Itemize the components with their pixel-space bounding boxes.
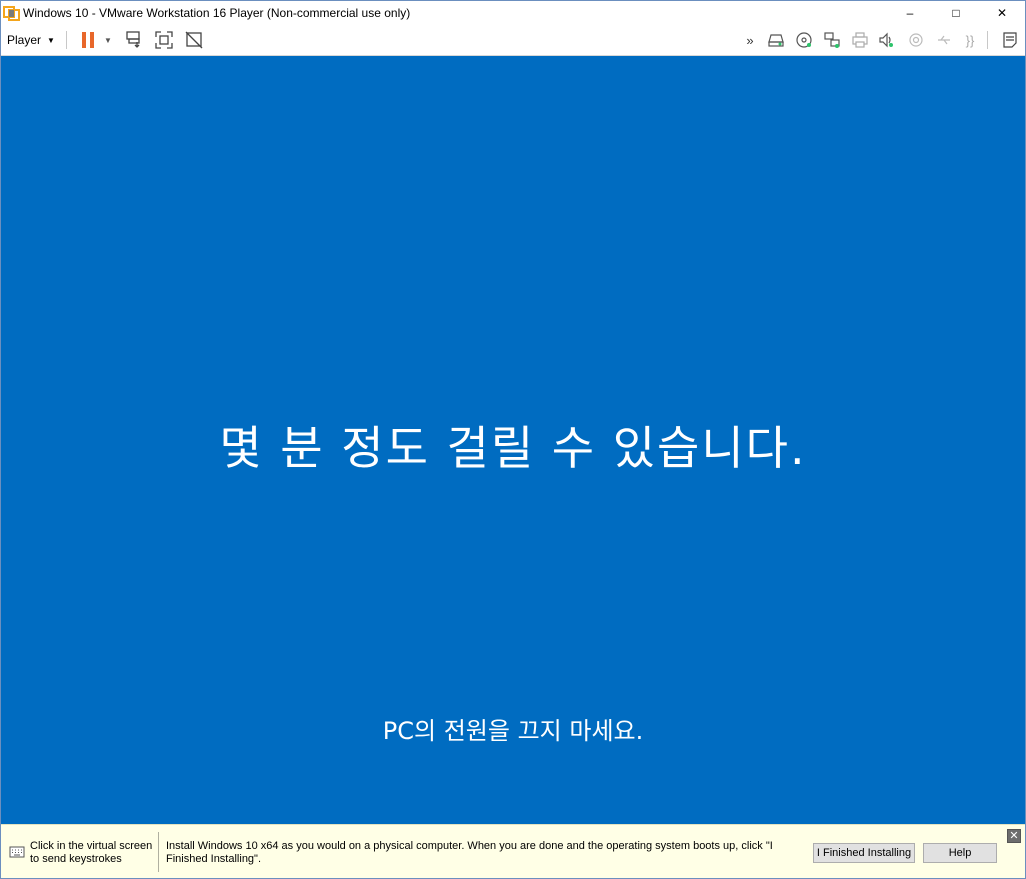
hard-disk-button[interactable]: [764, 25, 788, 55]
network-adapter-button[interactable]: [820, 25, 844, 55]
close-icon: ✕: [996, 6, 1008, 20]
keystroke-hint-text: Click in the virtual screen to send keys…: [30, 840, 153, 865]
printer-button[interactable]: [848, 25, 872, 55]
maximize-icon: □: [952, 6, 960, 20]
pause-icon: [82, 32, 94, 48]
maximize-button[interactable]: □: [933, 1, 979, 25]
player-menu-label: Player: [7, 33, 42, 47]
keyboard-icon: [9, 846, 25, 858]
power-warning-message: PC의 전원을 끄지 마세요.: [382, 717, 644, 745]
setup-progress-message: 몇 분 정도 걸릴 수 있습니다.: [219, 421, 807, 475]
toolbar: Player ▼ ▼ »}}: [1, 25, 1025, 56]
more-devices-icon: »: [746, 32, 754, 48]
cd-dvd-icon: [796, 32, 812, 48]
chevron-down-icon: ▼: [47, 35, 55, 45]
serial-button[interactable]: }}: [958, 25, 982, 55]
window-title: Windows 10 - VMware Workstation 16 Playe…: [23, 6, 411, 20]
message-log-button[interactable]: [998, 25, 1022, 55]
usb-button[interactable]: [932, 25, 956, 55]
unity-button[interactable]: [182, 25, 206, 55]
cd-dvd-button[interactable]: [792, 25, 816, 55]
title-bar: Windows 10 - VMware Workstation 16 Playe…: [1, 1, 1025, 25]
more-devices-button[interactable]: »: [738, 25, 762, 55]
chevron-down-icon: ▼: [104, 35, 112, 45]
message-log-icon: [1003, 32, 1017, 48]
network-adapter-icon: [824, 32, 840, 48]
hard-disk-icon: [768, 34, 784, 47]
help-button[interactable]: Help: [923, 843, 997, 863]
minimize-icon: –: [906, 6, 914, 20]
virtual-machine-screen[interactable]: 몇 분 정도 걸릴 수 있습니다. PC의 전원을 끄지 마세요.: [1, 56, 1025, 824]
finished-installing-button[interactable]: I Finished Installing: [813, 843, 915, 863]
close-icon: ✕: [1009, 830, 1019, 842]
full-screen-icon: [155, 31, 173, 49]
close-button[interactable]: ✕: [979, 1, 1025, 25]
unity-icon: [185, 31, 203, 49]
toolbar-divider: [66, 31, 67, 49]
player-menu-button[interactable]: Player ▼: [7, 25, 59, 55]
usb-icon: [938, 35, 950, 45]
installation-hint-bar: Click in the virtual screen to send keys…: [1, 824, 1025, 878]
send-ctrl-alt-del-icon: [126, 31, 140, 48]
camera-icon: [909, 33, 923, 47]
minimize-button[interactable]: –: [887, 1, 933, 25]
close-hint-button[interactable]: ✕: [1007, 829, 1021, 843]
serial-icon: }}: [965, 32, 975, 48]
sound-card-icon: [879, 32, 893, 48]
full-screen-button[interactable]: [152, 25, 176, 55]
vmware-player-window: Windows 10 - VMware Workstation 16 Playe…: [0, 0, 1026, 879]
toolbar-divider: [987, 31, 988, 49]
printer-icon: [852, 32, 868, 48]
pause-button[interactable]: [76, 25, 100, 55]
pause-options-dropdown[interactable]: ▼: [100, 25, 116, 55]
send-ctrl-alt-del-button[interactable]: [122, 25, 146, 55]
install-instructions-text: Install Windows 10 x64 as you would on a…: [166, 840, 773, 865]
hint-divider: [158, 832, 159, 872]
sound-card-button[interactable]: [874, 25, 898, 55]
camera-button[interactable]: [904, 25, 928, 55]
vmware-app-icon: [3, 6, 20, 21]
